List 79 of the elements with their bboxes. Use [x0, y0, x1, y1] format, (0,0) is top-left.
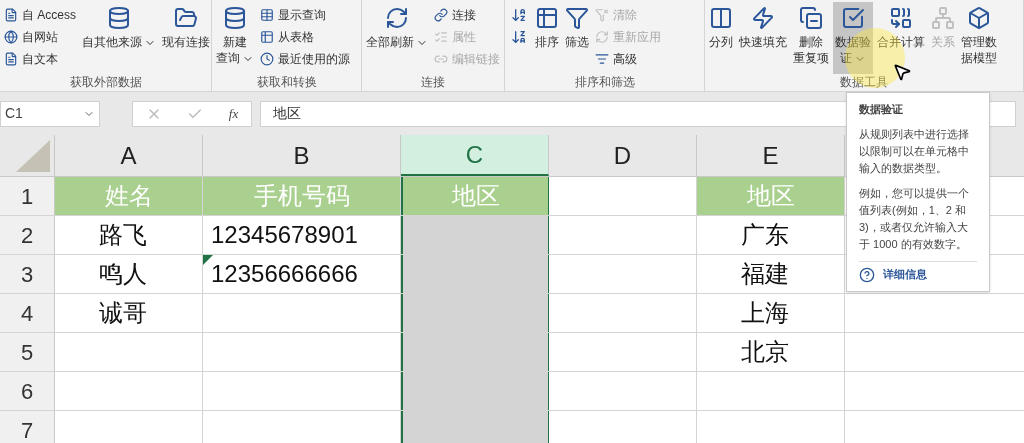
table-cell: 上海 — [697, 294, 845, 332]
table-cell: 手机号码 — [203, 177, 401, 215]
table-cell: 诚哥 — [55, 294, 203, 332]
ribbon-button[interactable]: 自 Access — [2, 4, 78, 26]
ribbon-button[interactable]: 分列 — [707, 2, 735, 74]
column-header[interactable]: E — [697, 135, 845, 176]
table-cell: 姓名 — [55, 177, 203, 215]
row-header[interactable]: 3 — [0, 255, 55, 293]
ribbon-button[interactable]: 全部刷新 — [364, 2, 430, 74]
column-header[interactable]: A — [55, 135, 203, 176]
tooltip-text: 从规则列表中进行选择以限制可以在单元格中输入的数据类型。 — [859, 127, 970, 176]
row-header[interactable]: 7 — [0, 411, 55, 443]
group-label: 获取外部数据 — [68, 74, 143, 90]
rows-icon — [799, 6, 823, 30]
table-cell: 福建 — [697, 255, 845, 293]
ribbon-button[interactable]: 管理数 据模型 — [959, 2, 999, 74]
ribbon-button[interactable]: 自网站 — [2, 26, 78, 48]
cube-icon — [967, 6, 991, 30]
column-header[interactable]: D — [549, 135, 697, 176]
row-header[interactable]: 2 — [0, 216, 55, 254]
folder-icon — [174, 6, 198, 30]
ribbon-button[interactable]: 快速填充 — [737, 2, 789, 74]
table-cell: 广东 — [697, 216, 845, 254]
refresh-icon — [385, 6, 409, 30]
table-cell: 地区 — [697, 177, 845, 215]
function-button[interactable]: fx — [228, 103, 239, 124]
group-label: 获取和转换 — [255, 74, 318, 90]
ribbon-button[interactable]: 高级 — [593, 48, 663, 70]
ribbon-button[interactable]: 自其他来源 — [80, 2, 158, 74]
ribbon-button[interactable]: 新建 查询 — [214, 2, 256, 74]
ribbon-button[interactable]: 从表格 — [258, 26, 352, 48]
refresh-icon — [595, 30, 609, 44]
ribbon-button[interactable]: 删除 重复项 — [791, 2, 831, 74]
ribbon-button[interactable]: 排序 — [533, 2, 561, 74]
tooltip-text: 例如，您可以提供一个值列表(例如，1、2 和 3)，或者仅允许输入大于 1000 的有效数字。 — [859, 186, 970, 252]
ribbon-button[interactable]: 合并计算 — [875, 2, 927, 74]
table-icon — [260, 30, 274, 44]
ribbon-button[interactable]: 连接 — [432, 4, 502, 26]
filter-icon — [565, 6, 589, 30]
database-icon — [223, 6, 247, 30]
row-header[interactable]: 4 — [0, 294, 55, 332]
lightning-icon — [751, 6, 775, 30]
ribbon-button[interactable]: 自文本 — [2, 48, 78, 70]
network-icon — [931, 6, 955, 30]
ribbon-button[interactable]: 显示查询 — [258, 4, 352, 26]
table-cell: 北京 — [697, 333, 845, 371]
group-label: 排序和筛选 — [573, 74, 636, 90]
name-box[interactable]: C1 — [0, 100, 100, 127]
link-icon — [434, 8, 448, 22]
table-cell: 路飞 — [55, 216, 203, 254]
table-icon — [260, 8, 274, 22]
error-indicator-icon — [203, 255, 213, 265]
table-icon — [535, 6, 559, 30]
ribbon-button[interactable]: 最近使用的源 — [258, 48, 352, 70]
checkbox-icon — [841, 6, 865, 30]
row-header[interactable]: 1 — [0, 177, 55, 215]
tooltip-title: 数据验证 — [859, 102, 904, 117]
globe-icon — [4, 30, 18, 44]
filter-clear-icon — [595, 8, 609, 22]
group-label: 数据工具 — [839, 74, 889, 90]
help-link[interactable]: 详细信息 — [883, 266, 927, 283]
group-label: 连接 — [420, 74, 446, 90]
row-header[interactable]: 6 — [0, 372, 55, 410]
table-cell: 地区 — [401, 177, 549, 215]
ribbon-button[interactable]: 现有连接 — [160, 2, 212, 74]
ribbon-button[interactable]: 筛选 — [563, 2, 591, 74]
link-icon — [434, 52, 448, 66]
sort-descending-icon[interactable] — [511, 29, 527, 45]
row-header[interactable]: 5 — [0, 333, 55, 371]
select-all-icon[interactable] — [16, 140, 50, 172]
clock-icon — [260, 52, 274, 66]
help-icon — [859, 266, 875, 283]
sort-ascending-icon[interactable] — [511, 7, 527, 23]
combine-icon — [889, 6, 913, 30]
columns-icon — [709, 6, 733, 30]
filter-icon — [595, 52, 609, 66]
column-header[interactable]: C — [401, 135, 549, 176]
list-icon — [434, 30, 448, 44]
cursor-icon — [892, 62, 912, 82]
